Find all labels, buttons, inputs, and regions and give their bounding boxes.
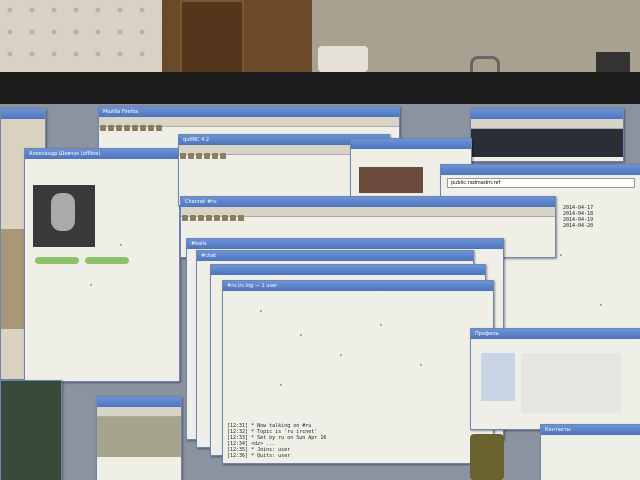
- left-window-titlebar: [1, 109, 45, 119]
- profile-badge: [481, 353, 515, 401]
- chat-window: Александр Шевчук (offline): [24, 148, 180, 382]
- date-list: 2014-04-17 2014-04-18 2014-04-19 2014-04…: [563, 205, 633, 229]
- stack-window-1-toolbar: [181, 207, 555, 221]
- avatar: [33, 185, 95, 247]
- dust-speck: [420, 364, 422, 366]
- contacts-window: Контакты: [540, 424, 640, 480]
- irc-log: [12:31] * Now talking on #ru [12:32] * T…: [227, 423, 487, 459]
- bottom-left-image: [97, 417, 181, 457]
- video-window-titlebar[interactable]: [351, 139, 471, 149]
- irc-line: [12:36] * Quits: user: [227, 453, 291, 459]
- tool-icon[interactable]: [190, 215, 196, 221]
- date-item: 2014-04-20: [563, 223, 594, 229]
- right-top-toolbar: [471, 119, 623, 129]
- tool-icon[interactable]: [148, 125, 154, 131]
- tool-icon[interactable]: [220, 153, 226, 159]
- contacts-titlebar[interactable]: Контакты: [541, 425, 640, 435]
- video-thumbnail: [359, 167, 423, 193]
- dust-speck: [380, 324, 382, 326]
- tool-icon[interactable]: [188, 153, 194, 159]
- monitor-bezel: [0, 72, 640, 108]
- dust-speck: [560, 254, 562, 256]
- chat-window-titlebar[interactable]: Александр Шевчук (offline): [25, 149, 179, 159]
- dark-box: [596, 52, 630, 72]
- browser-titlebar[interactable]: [441, 165, 640, 175]
- dust-speck: [300, 334, 302, 336]
- right-top-titlebar[interactable]: [471, 109, 623, 119]
- address-bar[interactable]: public.radmadm.ref: [447, 178, 635, 188]
- dust-speck: [340, 354, 342, 356]
- tool-icon[interactable]: [206, 215, 212, 221]
- tool-icon[interactable]: [132, 125, 138, 131]
- dust-speck: [280, 384, 282, 386]
- tool-icon[interactable]: [156, 125, 162, 131]
- main-window-1-titlebar[interactable]: Mozilla Firefox: [99, 107, 399, 117]
- bottom-corner-panel: [0, 380, 62, 480]
- tool-icon[interactable]: [212, 153, 218, 159]
- profile-window: Профиль: [470, 328, 640, 430]
- bottom-left-titlebar[interactable]: [97, 397, 181, 407]
- wooden-door-panel: [180, 0, 244, 74]
- bottom-left-window: [96, 396, 182, 480]
- tool-icon[interactable]: [116, 125, 122, 131]
- tool-icon[interactable]: [198, 215, 204, 221]
- avatar-figure: [51, 193, 75, 231]
- chat-log: [33, 271, 169, 371]
- dust-speck: [120, 244, 122, 246]
- right-top-window: [470, 108, 624, 162]
- patterned-wallpaper: [0, 0, 170, 76]
- tool-icon[interactable]: [100, 125, 106, 131]
- dust-speck: [260, 310, 262, 312]
- call-chip[interactable]: [85, 257, 129, 264]
- tool-icon[interactable]: [124, 125, 130, 131]
- tool-icon[interactable]: [108, 125, 114, 131]
- tool-icon[interactable]: [222, 215, 228, 221]
- tool-icon[interactable]: [204, 153, 210, 159]
- tool-icon[interactable]: [182, 215, 188, 221]
- tool-icon[interactable]: [140, 125, 146, 131]
- tool-icon[interactable]: [214, 215, 220, 221]
- status-chip[interactable]: [35, 257, 79, 264]
- tool-icon[interactable]: [196, 153, 202, 159]
- main-window-1-toolbar: [99, 117, 399, 131]
- shelf-items: [318, 46, 368, 72]
- irc-window: #ru.irc.log — 1 user [12:31] * Now talki…: [222, 280, 494, 464]
- stack-window-1-titlebar[interactable]: Channel #ru: [181, 197, 555, 207]
- cup-reflection: [470, 434, 504, 480]
- bottom-left-toolbar: [97, 407, 181, 417]
- tool-icon[interactable]: [230, 215, 236, 221]
- stack-window-3-titlebar[interactable]: #chat: [197, 251, 473, 261]
- irc-window-titlebar[interactable]: #ru.irc.log — 1 user: [223, 281, 493, 291]
- stack-window-4-titlebar[interactable]: [211, 265, 485, 275]
- monitor-screen: Mozilla Firefox Александр Шевчук (offlin…: [0, 104, 640, 480]
- tool-icon[interactable]: [180, 153, 186, 159]
- dust-speck: [90, 284, 92, 286]
- tool-icon[interactable]: [238, 215, 244, 221]
- stack-window-2-titlebar[interactable]: #kalis: [187, 239, 503, 249]
- dust-speck: [600, 304, 602, 306]
- profile-titlebar[interactable]: Профиль: [471, 329, 640, 339]
- profile-details: [521, 353, 621, 413]
- right-top-dark-pane: [471, 129, 623, 157]
